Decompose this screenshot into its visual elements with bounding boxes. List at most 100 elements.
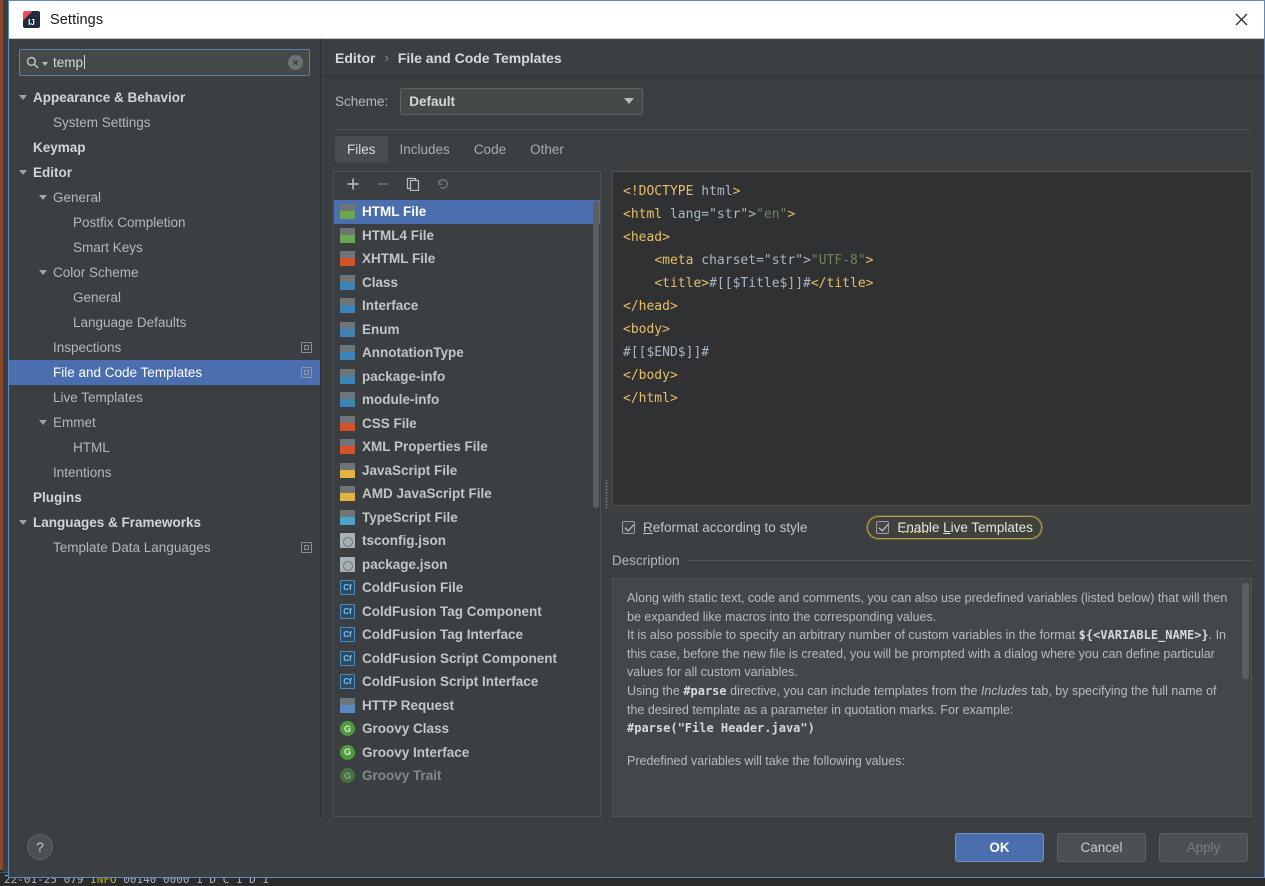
tab-code[interactable]: Code xyxy=(462,136,518,163)
list-item[interactable]: Cf ColdFusion Tag Interface xyxy=(334,623,600,647)
tab-includes[interactable]: Includes xyxy=(388,136,462,163)
sidebar-item-label: Live Templates xyxy=(53,390,143,405)
settings-tree[interactable]: Appearance & Behavior System Settings Keym… xyxy=(9,84,320,817)
project-scope-icon xyxy=(301,367,312,378)
list-item[interactable]: Interface xyxy=(334,294,600,318)
sidebar-item-label: Template Data Languages xyxy=(53,540,211,555)
description-box[interactable]: Along with static text, code and comment… xyxy=(612,578,1252,817)
clear-icon[interactable] xyxy=(288,55,303,70)
breadcrumb-parent[interactable]: Editor xyxy=(335,50,375,66)
groovy-trait-icon: G xyxy=(340,768,355,784)
list-item-label: XML Properties File xyxy=(362,439,488,455)
chevron-down-icon[interactable] xyxy=(39,270,47,275)
description-scrollbar[interactable] xyxy=(1242,583,1249,812)
chevron-down-icon[interactable] xyxy=(19,520,27,525)
template-list-scrollbar[interactable] xyxy=(593,201,599,815)
code-line: </body> xyxy=(623,368,678,383)
list-item[interactable]: Class xyxy=(334,271,600,295)
list-item[interactable]: CSS File xyxy=(334,412,600,436)
sidebar-item-appearance-behavior[interactable]: Appearance & Behavior xyxy=(9,85,320,110)
coldfusion-tag-interface-icon: Cf xyxy=(340,627,355,643)
remove-template-button[interactable] xyxy=(374,177,392,195)
list-item[interactable]: Cf ColdFusion File xyxy=(334,576,600,600)
sidebar-item-live-templates[interactable]: Live Templates xyxy=(9,385,320,410)
list-item[interactable]: JavaScript File xyxy=(334,459,600,483)
template-options-row: Reformat according to style Enable Live T… xyxy=(612,506,1252,548)
apply-button[interactable]: Apply xyxy=(1159,832,1248,862)
code-line: <head> xyxy=(623,230,670,245)
list-item[interactable]: AnnotationType xyxy=(334,341,600,365)
xhtml-file-icon xyxy=(340,251,355,267)
copy-icon xyxy=(406,177,420,196)
sidebar-item-postfix-completion[interactable]: Postfix Completion xyxy=(9,210,320,235)
scrollbar-thumb[interactable] xyxy=(593,201,599,508)
chevron-down-icon[interactable] xyxy=(39,195,47,200)
list-item[interactable]: HTTP Request xyxy=(334,694,600,718)
scrollbar-thumb[interactable] xyxy=(1242,583,1249,680)
sidebar-item-plugins[interactable]: Plugins xyxy=(9,485,320,510)
chevron-down-icon[interactable] xyxy=(19,170,27,175)
list-item[interactable]: Cf ColdFusion Tag Component xyxy=(334,600,600,624)
chevron-down-icon[interactable] xyxy=(39,420,47,425)
reset-template-button[interactable] xyxy=(434,177,452,195)
list-item[interactable]: Cf ColdFusion Script Interface xyxy=(334,670,600,694)
sidebar-item-general[interactable]: General xyxy=(9,285,320,310)
list-item[interactable]: Enum xyxy=(334,318,600,342)
sidebar-item-file-and-code-templates[interactable]: File and Code Templates xyxy=(9,360,320,385)
list-item[interactable]: tsconfig.json xyxy=(334,529,600,553)
list-item[interactable]: module-info xyxy=(334,388,600,412)
copy-template-button[interactable] xyxy=(404,177,422,195)
sidebar-item-template-data-languages[interactable]: Template Data Languages xyxy=(9,535,320,560)
close-icon[interactable] xyxy=(1218,1,1264,39)
reformat-according-to-style-checkbox[interactable]: Reformat according to style xyxy=(614,517,815,538)
settings-detail-pane: Editor › File and Code Templates Scheme:… xyxy=(321,39,1264,817)
sidebar-item-general[interactable]: General xyxy=(9,185,320,210)
list-item[interactable]: G Groovy Trait xyxy=(334,764,600,788)
template-tabs: Files Includes Code Other xyxy=(321,130,1264,163)
scheme-select[interactable]: Default xyxy=(400,87,644,115)
panel-splitter[interactable] xyxy=(601,171,612,817)
list-item[interactable]: AMD JavaScript File xyxy=(334,482,600,506)
ok-button[interactable]: OK xyxy=(955,832,1044,862)
list-item[interactable]: HTML4 File xyxy=(334,224,600,248)
template-code-editor[interactable]: <!DOCTYPE html> <html lang="str">"en"> <he… xyxy=(612,171,1252,506)
sidebar-item-label: File and Code Templates xyxy=(53,365,203,380)
sidebar-item-language-defaults[interactable]: Language Defaults xyxy=(9,310,320,335)
list-item[interactable]: G Groovy Interface xyxy=(334,741,600,765)
list-item[interactable]: Cf ColdFusion Script Component xyxy=(334,647,600,671)
help-icon[interactable]: ? xyxy=(27,834,53,860)
list-item[interactable]: XHTML File xyxy=(334,247,600,271)
sidebar-item-smart-keys[interactable]: Smart Keys xyxy=(9,235,320,260)
search-options-chevron-icon[interactable] xyxy=(42,61,48,66)
chevron-down-icon[interactable] xyxy=(19,95,27,100)
sidebar-item-inspections[interactable]: Inspections xyxy=(9,335,320,360)
templates-panels: HTML File HTML4 File XHTML File Class Interf… xyxy=(321,163,1264,817)
sidebar-item-emmet[interactable]: Emmet xyxy=(9,410,320,435)
list-item-label: Enum xyxy=(362,321,400,337)
enable-live-templates-checkbox[interactable]: Enable Live Templates xyxy=(867,515,1042,539)
add-template-button[interactable] xyxy=(344,177,362,195)
sidebar-item-keymap[interactable]: Keymap xyxy=(9,135,320,160)
sidebar-item-system-settings[interactable]: System Settings xyxy=(9,110,320,135)
list-item[interactable]: TypeScript File xyxy=(334,506,600,530)
list-item[interactable]: XML Properties File xyxy=(334,435,600,459)
amd-javascript-file-icon xyxy=(340,486,355,502)
list-item[interactable]: HTML File xyxy=(334,200,600,224)
sidebar-item-languages-frameworks[interactable]: Languages & Frameworks xyxy=(9,510,320,535)
tab-other[interactable]: Other xyxy=(518,136,576,163)
tab-files[interactable]: Files xyxy=(335,136,388,163)
description-paragraph: Using the #parse directive, you can incl… xyxy=(627,683,1217,717)
sidebar-item-editor[interactable]: Editor xyxy=(9,160,320,185)
list-item[interactable]: package-info xyxy=(334,365,600,389)
sidebar-item-html[interactable]: HTML xyxy=(9,435,320,460)
search-input[interactable]: temp xyxy=(19,49,310,76)
list-item-label: Interface xyxy=(362,298,419,314)
sidebar-item-intentions[interactable]: Intentions xyxy=(9,460,320,485)
template-list[interactable]: HTML File HTML4 File XHTML File Class Interf… xyxy=(334,200,600,816)
sidebar-item-color-scheme[interactable]: Color Scheme xyxy=(9,260,320,285)
list-item[interactable]: package.json xyxy=(334,553,600,577)
list-item-label: Class xyxy=(362,274,399,290)
coldfusion-file-icon: Cf xyxy=(340,580,355,596)
list-item[interactable]: G Groovy Class xyxy=(334,717,600,741)
cancel-button[interactable]: Cancel xyxy=(1057,832,1146,862)
